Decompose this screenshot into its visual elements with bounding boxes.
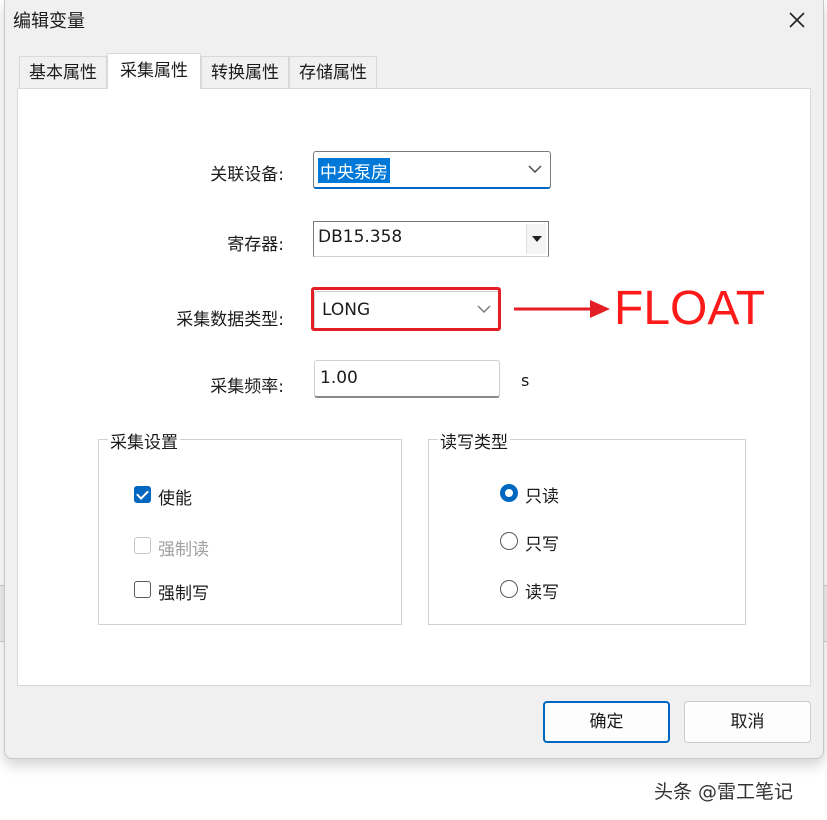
frequency-label: 采集频率: <box>210 377 284 397</box>
title-bar: 编辑变量 <box>5 0 823 40</box>
read-only-radio[interactable] <box>500 484 518 502</box>
rw-type-group <box>428 439 746 625</box>
force-read-label: 强制读 <box>158 540 209 560</box>
close-button[interactable] <box>785 8 809 32</box>
tab-basic-properties[interactable]: 基本属性 <box>19 56 107 88</box>
device-value: 中央泵房 <box>318 158 390 183</box>
frequency-input[interactable]: 1.00 <box>314 360 500 398</box>
enable-label: 使能 <box>158 489 192 509</box>
device-select[interactable]: 中央泵房 <box>313 151 551 189</box>
register-combo[interactable]: DB15.358 <box>313 221 549 257</box>
frequency-unit: s <box>521 371 530 390</box>
close-icon <box>789 12 805 28</box>
dialog-title: 编辑变量 <box>13 11 85 32</box>
tab-storage-properties[interactable]: 存储属性 <box>289 56 377 88</box>
rw-type-title: 读写类型 <box>438 428 510 453</box>
read-write-label: 读写 <box>525 583 559 603</box>
watermark: 头条 @雷工笔记 <box>654 781 794 803</box>
arrow-right-icon <box>514 300 610 318</box>
write-only-label: 只写 <box>525 535 559 555</box>
ok-button[interactable]: 确定 <box>543 701 670 743</box>
write-only-radio[interactable] <box>500 532 518 550</box>
annotation-float: FLOAT <box>614 282 766 335</box>
register-value: DB15.358 <box>318 227 403 247</box>
read-write-radio[interactable] <box>500 580 518 598</box>
tab-collect-properties[interactable]: 采集属性 <box>107 53 201 89</box>
force-write-label: 强制写 <box>158 584 209 604</box>
cancel-button[interactable]: 取消 <box>684 701 811 743</box>
dropdown-arrow-icon[interactable] <box>526 224 546 254</box>
read-only-label: 只读 <box>525 487 559 507</box>
chevron-down-icon <box>528 165 542 173</box>
device-label: 关联设备: <box>210 165 284 185</box>
force-write-checkbox[interactable] <box>134 581 151 598</box>
register-label: 寄存器: <box>227 235 284 255</box>
enable-checkbox[interactable] <box>134 486 151 503</box>
collect-settings-title: 采集设置 <box>108 428 180 453</box>
datatype-label: 采集数据类型: <box>176 310 284 330</box>
force-read-checkbox[interactable] <box>134 537 151 554</box>
highlight-box <box>311 287 501 331</box>
tab-convert-properties[interactable]: 转换属性 <box>201 56 289 88</box>
frequency-value: 1.00 <box>320 368 358 388</box>
